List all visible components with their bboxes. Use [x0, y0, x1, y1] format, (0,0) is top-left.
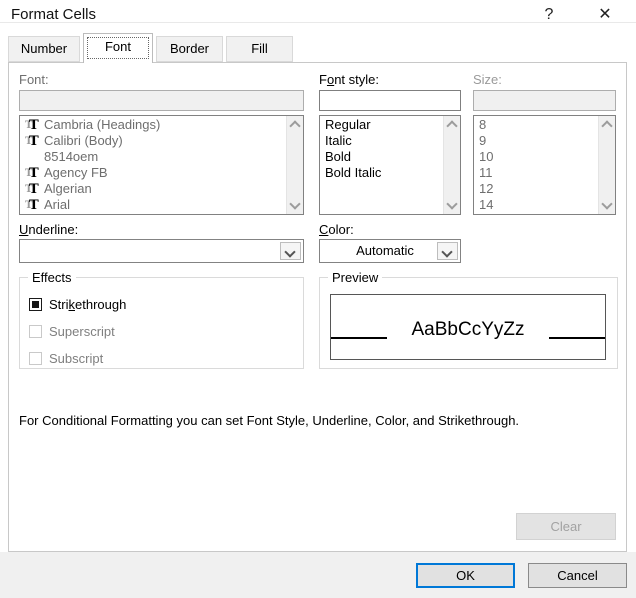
scroll-down-icon[interactable] — [289, 198, 301, 210]
superscript-checkbox-row: Superscript — [29, 323, 115, 339]
chevron-down-icon — [441, 246, 453, 258]
font-name: Algerian — [44, 181, 92, 196]
dialog-title: Format Cells — [11, 6, 97, 23]
truetype-icon: TT — [25, 117, 39, 133]
footer: OK Cancel — [0, 552, 636, 598]
font-style-item[interactable]: Bold Italic — [321, 165, 443, 181]
subscript-checkbox-row: Subscript — [29, 350, 103, 366]
font-name: Agency FB — [44, 165, 108, 180]
tab-label: Border — [169, 41, 210, 56]
strikethrough-checkbox[interactable] — [29, 297, 42, 311]
font-name: 8514oem — [44, 149, 99, 164]
preview-group: Preview AaBbCcYyZz — [319, 270, 618, 369]
clear-button: Clear — [516, 513, 616, 540]
font-list-scrollbar[interactable] — [286, 116, 303, 214]
font-style-scrollbar[interactable] — [443, 116, 460, 214]
effects-group-title: Effects — [28, 270, 76, 285]
superscript-label: Superscript — [49, 323, 115, 339]
font-list-item[interactable]: T T Arial — [21, 197, 286, 213]
ok-button[interactable]: OK — [416, 563, 515, 588]
size-input — [473, 90, 616, 111]
size-scrollbar[interactable] — [598, 116, 615, 214]
color-dropdown[interactable]: Automatic — [319, 239, 461, 263]
font-tab-page: Font: T T Cambria (Headings) T T Calibri (Bod… — [8, 62, 627, 552]
strikethrough-label: Strikethrough — [49, 296, 127, 312]
size-item[interactable]: 8 — [475, 117, 598, 133]
dropdown-button[interactable] — [280, 242, 301, 260]
underline-label: Underline: — [19, 222, 79, 237]
size-list[interactable]: 8 9 10 11 12 14 — [473, 115, 616, 215]
underline-dropdown[interactable] — [19, 239, 304, 263]
font-style-label: Font style: — [319, 72, 379, 87]
tab-border[interactable]: Border — [156, 36, 223, 62]
strikethrough-checkbox-row[interactable]: Strikethrough — [29, 296, 126, 312]
truetype-icon: TT — [25, 133, 39, 149]
scroll-up-icon[interactable] — [289, 120, 301, 132]
truetype-icon: TT — [25, 181, 39, 197]
font-name-input — [19, 90, 304, 111]
size-item[interactable]: 10 — [475, 149, 598, 165]
scroll-up-icon[interactable] — [446, 120, 458, 132]
truetype-icon: TT — [25, 197, 39, 213]
help-icon[interactable]: ? — [536, 3, 562, 27]
chevron-down-icon — [284, 246, 296, 258]
font-style-item[interactable]: Regular — [321, 117, 443, 133]
font-name: Calibri (Body) — [44, 133, 123, 148]
size-label: Size: — [473, 72, 502, 87]
font-style-list[interactable]: Regular Italic Bold Bold Italic — [319, 115, 461, 215]
preview-group-title: Preview — [328, 270, 383, 285]
size-item[interactable]: 12 — [475, 181, 598, 197]
tab-label: Number — [20, 41, 68, 56]
tab-label: Fill — [251, 41, 268, 56]
scroll-down-icon[interactable] — [446, 198, 458, 210]
font-name-list[interactable]: T T Cambria (Headings) T T Calibri (Body) 8514… — [19, 115, 304, 215]
tab-number[interactable]: Number — [8, 36, 80, 62]
tab-font[interactable]: Font — [83, 33, 153, 63]
subscript-label: Subscript — [49, 350, 104, 366]
size-item[interactable]: 14 — [475, 197, 598, 213]
truetype-icon: TT — [25, 165, 39, 181]
font-name: Arial — [44, 197, 71, 212]
preview-box: AaBbCcYyZz — [330, 294, 606, 360]
title-bar: Format Cells ? ✕ — [0, 0, 636, 30]
tab-fill[interactable]: Fill — [226, 36, 293, 62]
font-style-input[interactable] — [319, 90, 461, 111]
font-style-item[interactable]: Bold — [321, 149, 443, 165]
effects-group: Effects Strikethrough Superscript Subscrip… — [19, 270, 304, 369]
tab-label: Font — [104, 39, 131, 54]
font-list-item[interactable]: 8514oem — [21, 149, 286, 165]
cancel-button[interactable]: Cancel — [528, 563, 627, 588]
color-label: Color: — [319, 222, 354, 237]
font-list-item[interactable]: T T Agency FB — [21, 165, 286, 181]
font-list-item[interactable]: T T Cambria (Headings) — [21, 117, 286, 133]
font-label: Font: — [19, 72, 49, 87]
preview-sample-text: AaBbCcYyZz — [411, 319, 525, 340]
size-item[interactable]: 9 — [475, 133, 598, 149]
subscript-checkbox — [29, 351, 42, 365]
conditional-formatting-note: For Conditional Formatting you can set F… — [19, 413, 520, 428]
dropdown-button[interactable] — [437, 242, 458, 260]
font-name: Cambria (Headings) — [44, 117, 161, 132]
size-item[interactable]: 11 — [475, 165, 598, 181]
scroll-up-icon[interactable] — [601, 120, 613, 132]
close-icon[interactable]: ✕ — [592, 3, 618, 27]
font-list-item[interactable]: T T Algerian — [21, 181, 286, 197]
superscript-checkbox — [29, 324, 42, 338]
font-style-item[interactable]: Italic — [321, 133, 443, 149]
title-separator — [0, 22, 636, 23]
scroll-down-icon[interactable] — [601, 198, 613, 210]
font-list-item[interactable]: T T Calibri (Body) — [21, 133, 286, 149]
